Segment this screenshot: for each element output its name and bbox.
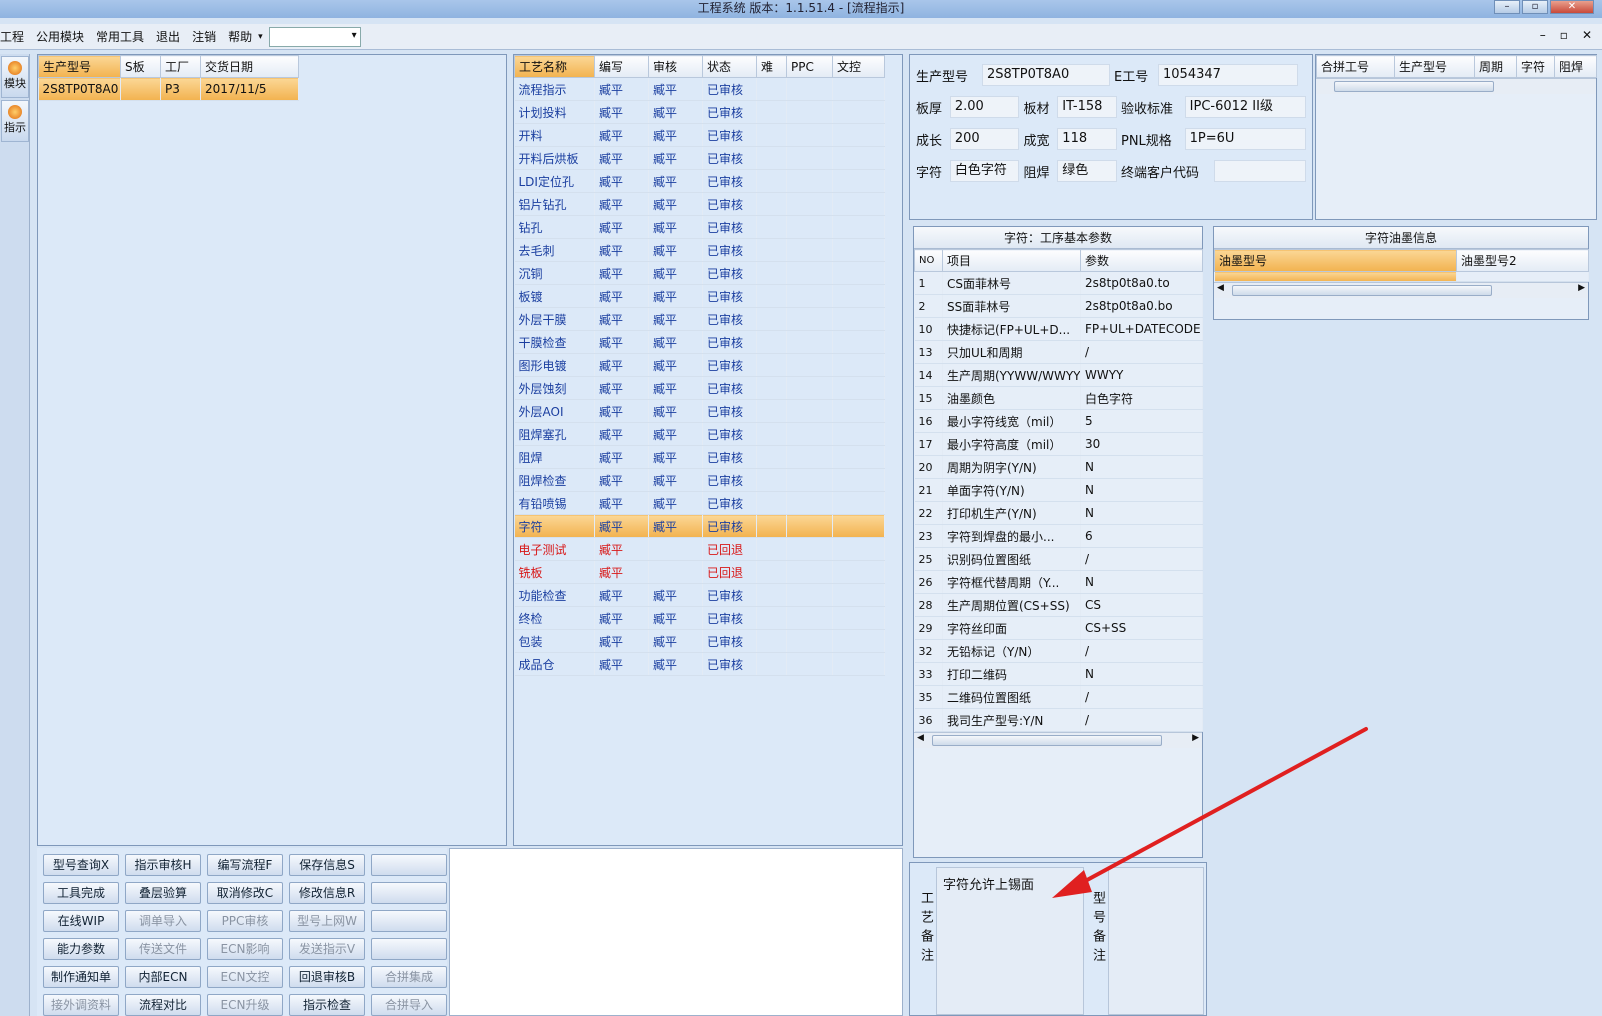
annotation-arrow — [1052, 727, 1368, 898]
